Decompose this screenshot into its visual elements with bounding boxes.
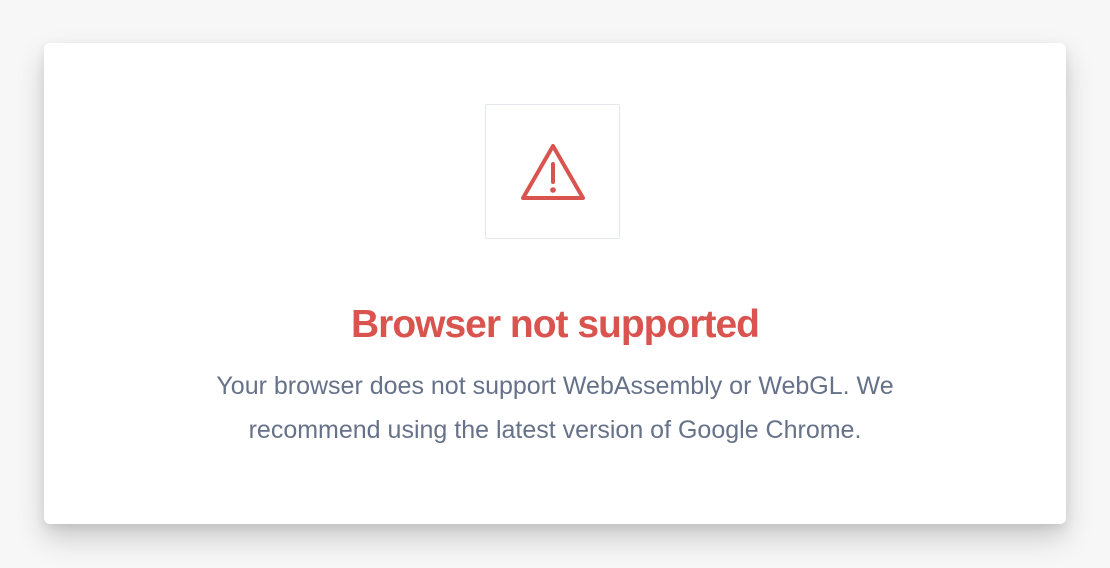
warning-triangle-icon <box>520 143 585 200</box>
unsupported-browser-card: Browser not supported Your browser does … <box>44 43 1066 524</box>
error-message-line-2: recommend using the latest version of Go… <box>248 416 862 444</box>
error-message: Your browser does not support WebAssembl… <box>44 364 1066 452</box>
warning-icon-box <box>485 104 620 239</box>
error-message-line-1: Your browser does not support WebAssembl… <box>216 372 894 400</box>
page-title: Browser not supported <box>350 303 760 346</box>
